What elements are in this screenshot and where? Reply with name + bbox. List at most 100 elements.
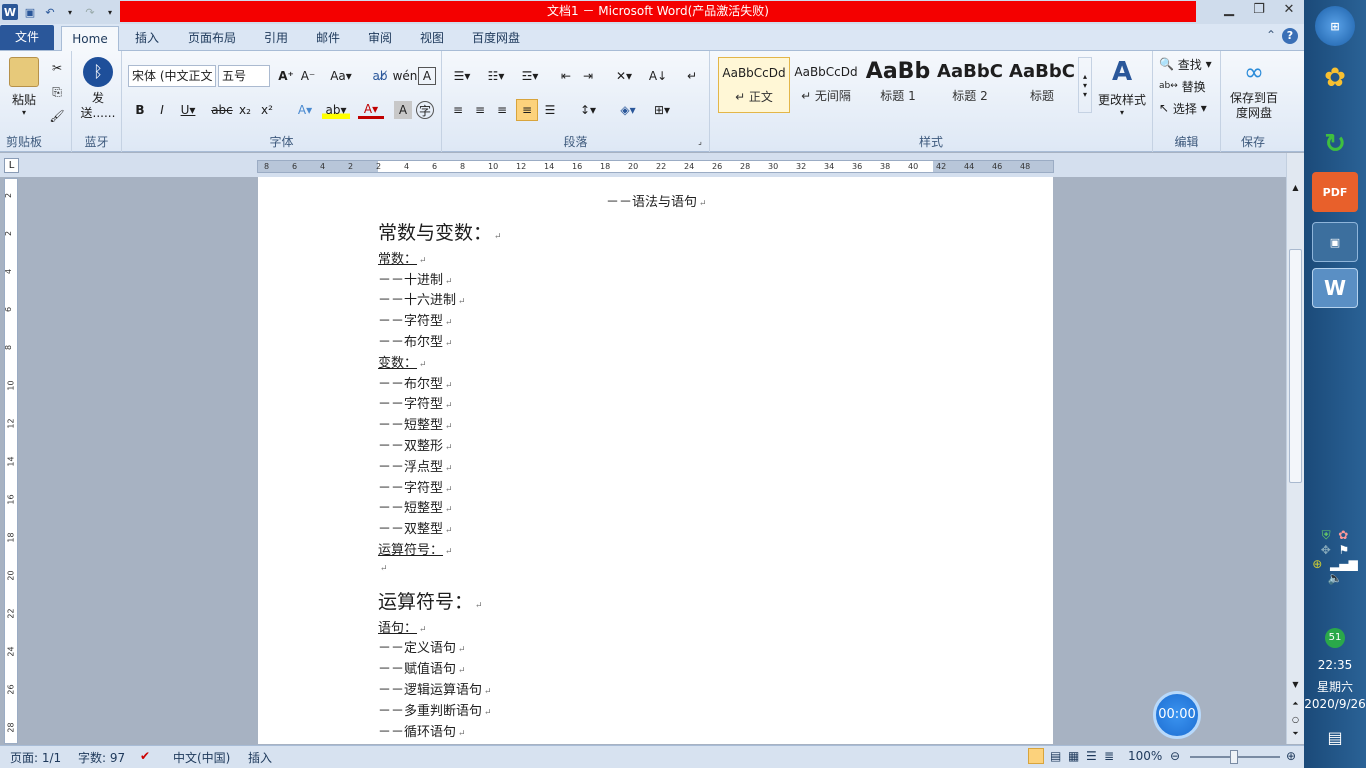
- recording-timer[interactable]: 00:00: [1153, 691, 1201, 739]
- vertical-ruler[interactable]: 2 2 4 6 8 10 12 14 16 18 20 22 24 26 28: [4, 178, 18, 744]
- zoom-level[interactable]: 100%: [1128, 749, 1162, 763]
- vertical-scrollbar[interactable]: ▲ ▼ ⏶ ○ ⏷: [1286, 153, 1304, 744]
- insert-mode[interactable]: 插入: [248, 749, 272, 766]
- doc-line[interactable]: －－字符型 ↵: [378, 393, 453, 412]
- zoom-in-icon[interactable]: ⊕: [1286, 749, 1296, 763]
- dropdown-icon[interactable]: ▾: [62, 4, 78, 20]
- doc-line[interactable]: －－十六进制 ↵: [378, 289, 466, 308]
- align-left-icon[interactable]: ≡: [448, 101, 468, 119]
- bold-icon[interactable]: B: [132, 101, 148, 119]
- zoom-slider-thumb[interactable]: [1230, 750, 1238, 764]
- close-button[interactable]: ✕: [1274, 0, 1304, 22]
- security-icon[interactable]: ⛨: [1322, 528, 1331, 542]
- italic-icon[interactable]: I: [154, 101, 170, 119]
- horizontal-ruler[interactable]: 8 6 4 2 2 4 6 8 10 12 14 16 18 20 22 24 26 28 30 32 34 36 38 40…: [257, 160, 1054, 173]
- doc-line[interactable]: －－布尔型 ↵: [378, 373, 453, 392]
- tab-page-layout[interactable]: 页面布局: [180, 26, 244, 51]
- doc-line[interactable]: 常数： ↵: [378, 248, 427, 267]
- change-case-icon[interactable]: Aa▾: [328, 67, 354, 85]
- underline-icon[interactable]: U▾: [176, 101, 200, 119]
- text-effects-icon[interactable]: A▾: [292, 101, 318, 119]
- doc-line[interactable]: －－语法与语句 ↵: [606, 191, 707, 210]
- style-heading-2[interactable]: AaBbC 标题 2: [934, 57, 1006, 113]
- change-styles-button[interactable]: A 更改样式 ▾: [1096, 57, 1148, 117]
- char-border-icon[interactable]: A: [418, 67, 436, 85]
- network-move-icon[interactable]: ✥: [1321, 543, 1331, 557]
- word-count[interactable]: 字数: 97: [78, 749, 125, 766]
- cut-icon[interactable]: ✂: [48, 59, 66, 77]
- page-count[interactable]: 页面: 1/1: [10, 749, 61, 766]
- bullets-icon[interactable]: ☰▾: [448, 67, 476, 85]
- increase-indent-icon[interactable]: ⇥: [578, 67, 598, 85]
- styles-scroll[interactable]: ▴ ▾ ▾: [1078, 57, 1092, 113]
- screen-app-icon[interactable]: ▣: [1312, 222, 1358, 262]
- justify-icon[interactable]: ≡: [516, 99, 538, 121]
- maximize-button[interactable]: ❐: [1244, 0, 1274, 22]
- align-right-icon[interactable]: ≡: [492, 101, 512, 119]
- flower-tray-icon[interactable]: ✿: [1338, 528, 1348, 542]
- chinese-layout-icon[interactable]: ✕▾: [610, 67, 638, 85]
- tab-insert[interactable]: 插入: [127, 26, 167, 51]
- grow-font-icon[interactable]: A⁺: [276, 67, 296, 85]
- signal-icon[interactable]: ▂▄▆: [1330, 557, 1358, 571]
- doc-heading[interactable]: 运算符号： ↵: [378, 587, 483, 614]
- borders-icon[interactable]: ⊞▾: [648, 101, 676, 119]
- format-painter-icon[interactable]: 🖌: [48, 107, 66, 125]
- doc-line[interactable]: 运算符号： ↵: [378, 539, 453, 558]
- doc-line[interactable]: －－双整型 ↵: [378, 518, 453, 537]
- tab-selector[interactable]: L: [4, 158, 19, 173]
- draft-icon[interactable]: ≣: [1104, 749, 1114, 763]
- align-center-icon[interactable]: ≡: [470, 101, 490, 119]
- zoom-out-icon[interactable]: ⊖: [1170, 749, 1180, 763]
- bluetooth-send-button[interactable]: ᛒ 发送......: [78, 57, 118, 121]
- replace-button[interactable]: ab↔ 替换: [1159, 77, 1217, 95]
- doc-line[interactable]: －－布尔型 ↵: [378, 331, 453, 350]
- doc-line[interactable]: －－短整型 ↵: [378, 497, 453, 516]
- help-icon[interactable]: ?: [1282, 28, 1298, 44]
- strikethrough-icon[interactable]: abc: [210, 101, 234, 119]
- volume-icon[interactable]: 🔈: [1328, 571, 1343, 585]
- tab-review[interactable]: 审阅: [360, 26, 400, 51]
- proofing-icon[interactable]: ✔: [140, 749, 150, 763]
- decrease-indent-icon[interactable]: ⇤: [556, 67, 576, 85]
- pdf-app-icon[interactable]: PDF: [1312, 172, 1358, 212]
- notification-icon[interactable]: ▤: [1304, 728, 1366, 747]
- doc-line[interactable]: －－定义语句 ↵: [378, 637, 466, 656]
- font-color-icon[interactable]: A▾: [358, 101, 384, 119]
- next-page-icon[interactable]: ⏷: [1289, 728, 1302, 740]
- doc-heading[interactable]: 常数与变数： ↵: [378, 218, 502, 245]
- doc-line[interactable]: －－逻辑运算语句 ↵: [378, 679, 492, 698]
- doc-line[interactable]: －－双整形 ↵: [378, 435, 453, 454]
- style-normal[interactable]: AaBbCcDd ↵ 正文: [718, 57, 790, 113]
- tray-badge[interactable]: 51: [1325, 628, 1345, 648]
- outline-icon[interactable]: ☰: [1086, 749, 1097, 763]
- full-screen-reading-icon[interactable]: ▤: [1050, 749, 1061, 763]
- tab-file[interactable]: 文件: [0, 25, 54, 50]
- save-icon[interactable]: ▣: [22, 4, 38, 20]
- clear-format-icon[interactable]: ab̸: [370, 67, 390, 85]
- document-page[interactable]: －－语法与语句 ↵ 常数与变数： ↵ 常数： ↵ －－十进制 ↵ －－十六进制 ↵ －－字符型 ↵ －－…: [258, 177, 1053, 744]
- web-layout-icon[interactable]: ▦: [1068, 749, 1079, 763]
- shading-icon[interactable]: ◈▾: [614, 101, 642, 119]
- char-shading-icon[interactable]: A: [394, 101, 412, 119]
- collapse-ribbon-icon[interactable]: ⌃: [1266, 28, 1276, 44]
- tab-baidu[interactable]: 百度网盘: [464, 26, 528, 51]
- distributed-icon[interactable]: ☰: [540, 101, 560, 119]
- style-no-spacing[interactable]: AaBbCcDd ↵ 无间隔: [790, 57, 862, 113]
- app-refresh-icon[interactable]: ↻: [1312, 124, 1358, 164]
- doc-line[interactable]: －－浮点型 ↵: [378, 456, 453, 475]
- font-family-combo[interactable]: 宋体 (中文正文: [128, 65, 216, 87]
- tab-home[interactable]: Home: [61, 26, 119, 52]
- browse-object-icon[interactable]: ○: [1289, 713, 1302, 725]
- word-taskbar-icon[interactable]: W: [1312, 268, 1358, 308]
- doc-line[interactable]: －－短整型 ↵: [378, 414, 453, 433]
- tab-references[interactable]: 引用: [256, 26, 296, 51]
- doc-line[interactable]: －－字符型 ↵: [378, 477, 453, 496]
- shrink-font-icon[interactable]: A⁻: [298, 67, 318, 85]
- clock-time[interactable]: 22:35: [1304, 658, 1366, 672]
- doc-line[interactable]: －－赋值语句 ↵: [378, 658, 466, 677]
- style-heading-1[interactable]: AaBb 标题 1: [862, 57, 934, 113]
- doc-line[interactable]: －－十进制 ↵: [378, 269, 453, 288]
- app-pinwheel-icon[interactable]: ✿: [1312, 58, 1358, 98]
- tab-mailings[interactable]: 邮件: [308, 26, 348, 51]
